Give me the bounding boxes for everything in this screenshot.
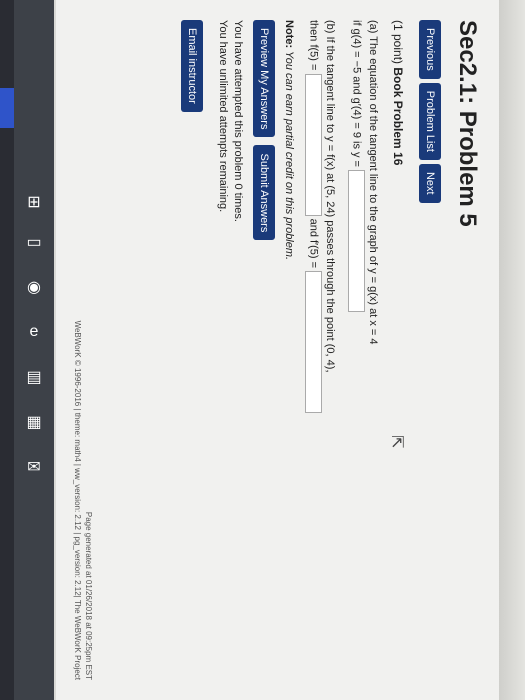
problem-nav: Previous Problem List Next bbox=[419, 20, 441, 680]
answer-buttons: Preview My Answers Submit Answers bbox=[253, 20, 275, 680]
mouse-cursor-icon: ⇱ bbox=[388, 435, 405, 449]
problem-page: Sec2.1: Problem 5 Previous Problem List … bbox=[56, 0, 499, 700]
attempts-line1: You have attempted this problem 0 times. bbox=[232, 20, 244, 222]
chrome-icon[interactable]: ◉ bbox=[22, 275, 46, 299]
part-b-line1: (b) If the tangent line to y = f(x) at (… bbox=[324, 20, 336, 373]
answer-input-b1[interactable] bbox=[305, 73, 322, 216]
email-instructor-button[interactable]: Email instructor bbox=[181, 20, 203, 112]
answer-input-a[interactable] bbox=[348, 170, 365, 313]
task-view-icon[interactable]: ▭ bbox=[22, 230, 46, 254]
answer-input-b2[interactable] bbox=[305, 271, 322, 414]
submit-answers-button[interactable]: Submit Answers bbox=[253, 145, 275, 241]
note: Note: You can earn partial credit on thi… bbox=[283, 20, 295, 680]
taskbar: ⊞ ▭ ◉ e ▤ ▦ ✉ bbox=[14, 0, 54, 700]
part-a-line1: (a) The equation of the tangent line to … bbox=[367, 20, 379, 345]
part-b: (b) If the tangent line to y = f(x) at (… bbox=[305, 20, 338, 680]
attempts-info: You have attempted this problem 0 times.… bbox=[215, 20, 245, 680]
preview-answers-button[interactable]: Preview My Answers bbox=[253, 20, 275, 138]
problem-list-button[interactable]: Problem List bbox=[419, 82, 441, 160]
footer-line2: WeBWorK © 1996-2016 | theme: math4 | ww_… bbox=[73, 320, 82, 680]
footer: Page generated at 01/26/2018 at 09:25pm … bbox=[72, 321, 94, 680]
attempts-line2: You have unlimited attempts remaining. bbox=[217, 20, 229, 213]
windows-icon[interactable]: ⊞ bbox=[22, 190, 46, 214]
previous-button[interactable]: Previous bbox=[419, 20, 441, 79]
part-a: (a) The equation of the tangent line to … bbox=[348, 20, 381, 680]
footer-line1: Page generated at 01/26/2018 at 09:25pm … bbox=[84, 511, 93, 680]
next-button[interactable]: Next bbox=[419, 163, 441, 203]
accent-strip bbox=[0, 88, 14, 128]
edge-icon[interactable]: e bbox=[22, 320, 46, 344]
points-label: (1 point) bbox=[391, 20, 405, 65]
book-problem-label: Book Problem 16 bbox=[391, 67, 405, 166]
part-a-line2: if g(4) = −5 and g′(4) = 9 is y = bbox=[350, 20, 363, 167]
part-b-and: and f′(5) = bbox=[307, 218, 320, 269]
note-text: You can earn partial credit on this prob… bbox=[283, 50, 295, 261]
browser-page: Sec2.1: Problem 5 Previous Problem List … bbox=[56, 0, 499, 700]
background-wall bbox=[499, 0, 525, 700]
file-explorer-icon[interactable]: ▤ bbox=[22, 365, 46, 389]
problem-header: (1 point) Book Problem 16 bbox=[391, 20, 405, 680]
mail-icon[interactable]: ✉ bbox=[22, 455, 46, 479]
page-title: Sec2.1: Problem 5 bbox=[454, 20, 481, 227]
part-b-line2: then f(5) = bbox=[307, 20, 320, 71]
note-label: Note: bbox=[283, 20, 295, 49]
store-icon[interactable]: ▦ bbox=[22, 410, 46, 434]
